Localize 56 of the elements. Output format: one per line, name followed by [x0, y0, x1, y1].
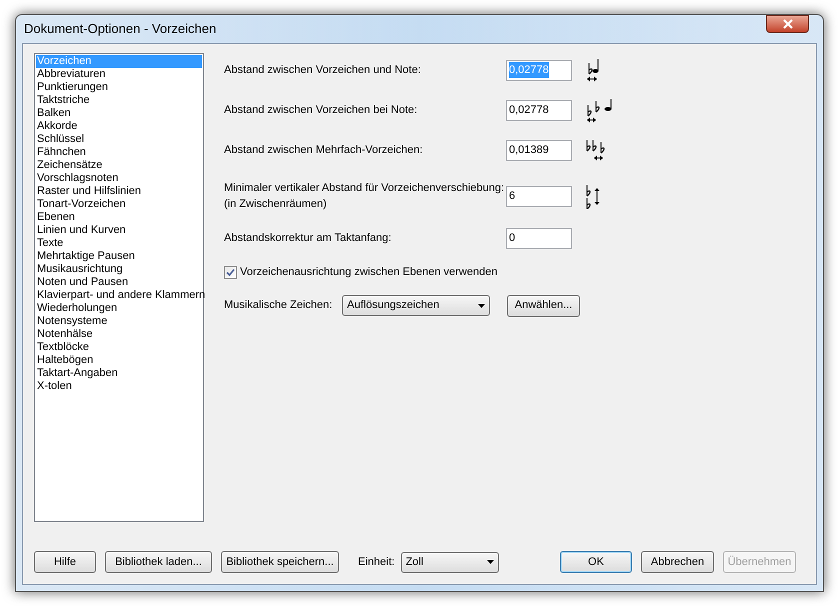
- checkbox-label: Vorzeichenausrichtung zwischen Ebenen verwenden: [240, 265, 498, 280]
- unit-dropdown[interactable]: Zoll: [400, 552, 499, 572]
- close-icon: [782, 19, 794, 29]
- number-field[interactable]: 6: [506, 186, 572, 206]
- number-field[interactable]: 0: [506, 228, 572, 248]
- footer-button[interactable]: Bibliothek speichern...: [221, 551, 339, 573]
- category-item[interactable]: Musikausrichtung: [36, 263, 202, 276]
- number-field[interactable]: 0,01389: [506, 140, 572, 160]
- category-item[interactable]: Abbreviaturen: [36, 68, 202, 81]
- window-title: Dokument-Optionen - Vorzeichen: [24, 20, 216, 38]
- category-item[interactable]: Ebenen: [36, 211, 202, 224]
- footer-button[interactable]: Hilfe: [34, 551, 96, 573]
- field-label: Abstand zwischen Mehrfach-Vorzeichen:: [224, 142, 424, 158]
- flat-note-spacing-icon: [586, 58, 600, 82]
- category-item[interactable]: Texte: [36, 237, 202, 250]
- category-item[interactable]: Notensysteme: [36, 315, 202, 328]
- category-item[interactable]: Klavierpart- und andere Klammern: [36, 289, 202, 302]
- category-item[interactable]: Punktierungen: [36, 81, 202, 94]
- number-field[interactable]: 0,02778: [506, 100, 572, 120]
- field-sublabel: (in Zwischenräumen): [224, 197, 328, 212]
- footer-button[interactable]: Bibliothek laden...: [105, 551, 212, 573]
- category-item[interactable]: Taktstriche: [36, 94, 202, 107]
- category-item[interactable]: Taktart-Angaben: [36, 367, 202, 380]
- category-item[interactable]: Balken: [36, 107, 202, 120]
- field-label: Minimaler vertikaler Abstand für Vorzeichenverschiebung:: [224, 180, 506, 196]
- dialog-button[interactable]: OK: [560, 551, 632, 573]
- vertical-flats-spacing-icon: [586, 184, 600, 208]
- category-item[interactable]: Wiederholungen: [36, 302, 202, 315]
- select-button[interactable]: Anwählen...: [507, 294, 580, 316]
- unit-label: Einheit:: [358, 554, 395, 570]
- category-item[interactable]: Schlüssel: [36, 133, 202, 146]
- category-item[interactable]: Vorschlagsnoten: [36, 172, 202, 185]
- category-item[interactable]: Mehrtaktige Pausen: [36, 250, 202, 263]
- category-item[interactable]: Zeichensätze: [36, 159, 202, 172]
- category-item[interactable]: Akkorde: [36, 120, 202, 133]
- multiple-flats-spacing-icon: [586, 138, 605, 162]
- category-item[interactable]: Textblöcke: [36, 341, 202, 354]
- field-label: Abstand zwischen Vorzeichen bei Note:: [224, 102, 418, 118]
- close-button[interactable]: [766, 15, 809, 33]
- category-item[interactable]: Noten und Pausen: [36, 276, 202, 289]
- category-item[interactable]: Linien und Kurven: [36, 224, 202, 237]
- field-label: Abstandskorrektur am Taktanfang:: [224, 230, 392, 246]
- category-item[interactable]: Raster und Hilfslinien: [36, 185, 202, 198]
- category-item[interactable]: Tonart-Vorzeichen: [36, 198, 202, 211]
- category-item[interactable]: X-tolen: [36, 380, 202, 393]
- category-item[interactable]: Fähnchen: [36, 146, 202, 159]
- checkbox[interactable]: [224, 266, 237, 279]
- symbol-label: Musikalische Zeichen:: [224, 298, 334, 314]
- dialog-button[interactable]: Abbrechen: [641, 551, 714, 573]
- flats-note-spacing-icon: [586, 98, 613, 122]
- category-item[interactable]: Notenhälse: [36, 328, 202, 341]
- field-label: Abstand zwischen Vorzeichen und Note:: [224, 62, 422, 78]
- category-item[interactable]: Haltebögen: [36, 354, 202, 367]
- symbol-dropdown[interactable]: Auflösungszeichen: [342, 295, 490, 316]
- dropdown-arrow-icon: [486, 560, 494, 564]
- dropdown-arrow-icon: [478, 304, 485, 308]
